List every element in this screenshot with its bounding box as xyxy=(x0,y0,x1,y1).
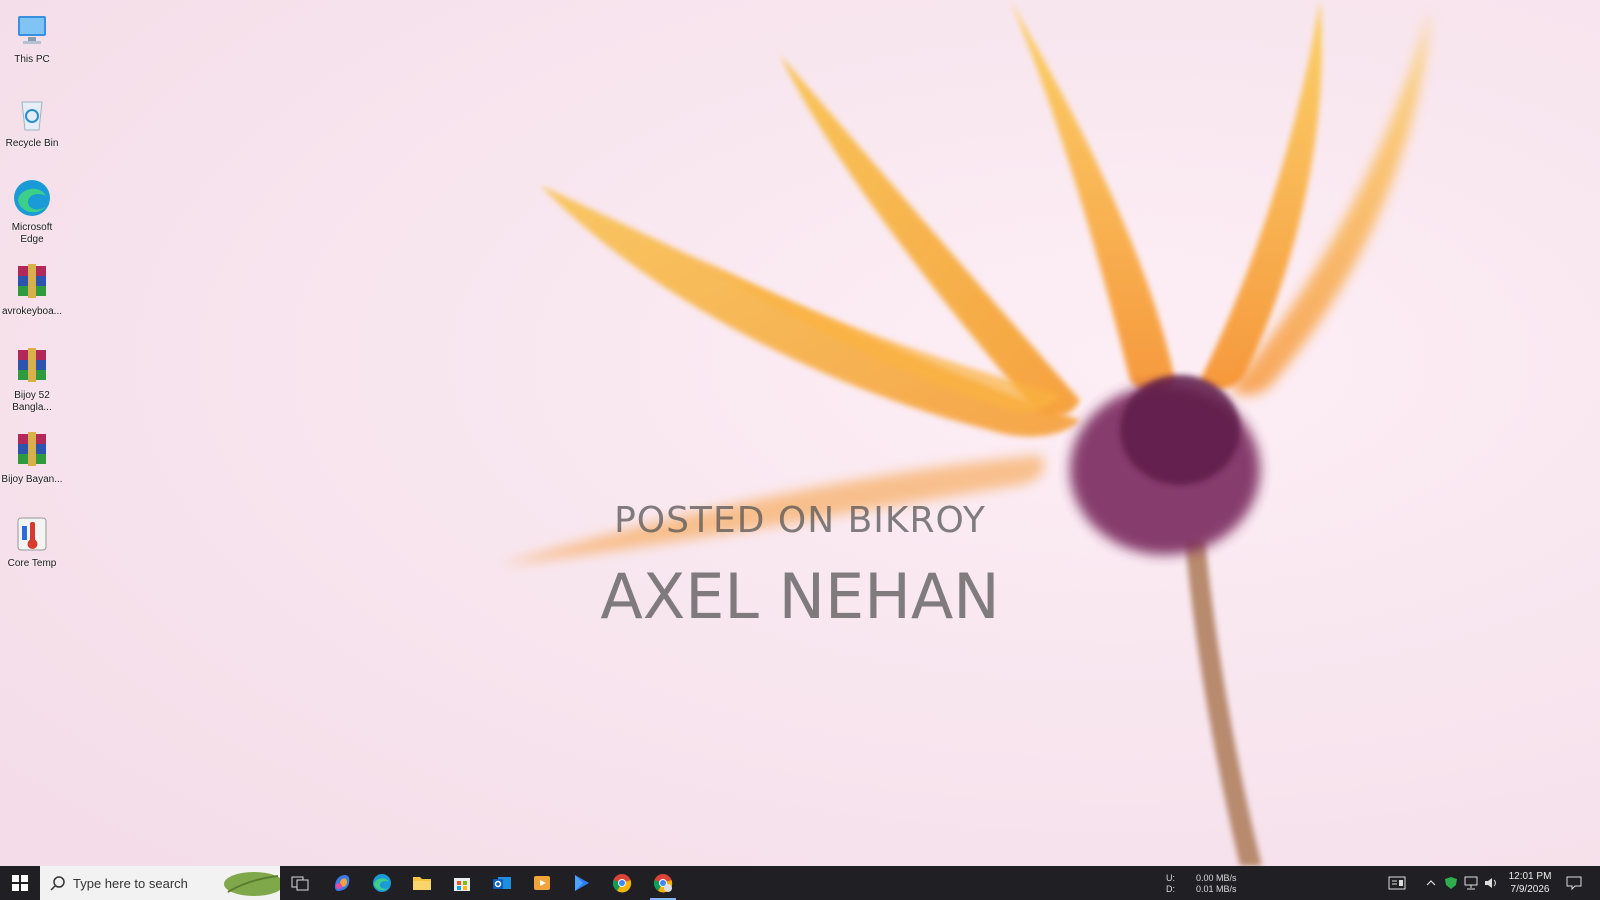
action-center-button[interactable] xyxy=(1562,866,1586,900)
speaker-icon xyxy=(1485,878,1496,888)
desktop-icon-label: Bijoy 52 Bangla... xyxy=(12,390,52,413)
news-widget-button[interactable] xyxy=(1384,866,1410,900)
outlook-icon xyxy=(493,877,511,889)
winrar-archive-icon xyxy=(10,260,54,304)
desktop-icon-bijoy-52[interactable]: Bijoy 52 Bangla... xyxy=(0,344,64,414)
taskbar-play-store[interactable] xyxy=(565,869,599,897)
task-view-icon xyxy=(291,876,309,891)
taskbar-file-explorer[interactable] xyxy=(405,869,439,897)
watermark-seller-name: AXEL NEHAN xyxy=(600,560,1000,633)
desktop-icon-microsoft-edge[interactable]: Microsoft Edge xyxy=(0,176,64,246)
desktop-icon-this-pc[interactable]: This PC xyxy=(0,8,64,66)
defender-shield-icon xyxy=(1445,877,1457,889)
taskbar-microsoft-store[interactable] xyxy=(445,869,479,897)
taskbar-media-player[interactable] xyxy=(525,869,559,897)
chrome-profile-icon xyxy=(653,874,673,893)
desktop-icon-label: Bijoy Bayan... xyxy=(1,474,63,485)
watermark-posted-on: POSTED ON BIKROY xyxy=(614,500,986,541)
volume-tray-button[interactable] xyxy=(1482,866,1500,900)
desktop-icon-label: This PC xyxy=(14,54,50,65)
task-view-button[interactable] xyxy=(283,869,317,897)
edge-icon xyxy=(10,176,54,220)
edge-icon xyxy=(373,874,391,892)
copilot-icon xyxy=(335,875,350,891)
recycle-bin-icon xyxy=(10,92,54,136)
microsoft-store-icon xyxy=(454,878,470,891)
upload-speed: 0.00 MB/s xyxy=(1196,873,1237,883)
desktop-icon-label: Recycle Bin xyxy=(5,138,59,149)
play-store-icon xyxy=(575,875,589,891)
network-tray-button[interactable] xyxy=(1462,866,1480,900)
taskbar-outlook[interactable] xyxy=(485,869,519,897)
security-tray-button[interactable] xyxy=(1442,866,1460,900)
wallpaper-flower xyxy=(500,0,1430,866)
taskbar: Type here to search U: 0.00 MB/s D: 0.01 M… xyxy=(0,866,1600,900)
chrome-icon xyxy=(612,874,632,893)
taskbar-clock[interactable]: 12:01 PM 7/9/2026 xyxy=(1502,870,1558,896)
desktop-icon-recycle-bin[interactable]: Recycle Bin xyxy=(0,92,64,150)
desktop-icon-label: Microsoft Edge xyxy=(11,222,53,245)
this-pc-icon xyxy=(10,8,54,52)
winrar-archive-icon xyxy=(10,344,54,388)
search-highlight-leaf-icon xyxy=(224,872,280,896)
file-explorer-icon xyxy=(413,877,431,890)
clock-date: 7/9/2026 xyxy=(1510,884,1550,895)
search-icon xyxy=(50,876,65,891)
winrar-archive-icon xyxy=(10,428,54,472)
notification-icon xyxy=(1566,876,1582,891)
desktop-icon-avrokeyboard[interactable]: avrokeyboa... xyxy=(0,260,64,318)
network-icon xyxy=(1464,876,1478,890)
windows-logo-icon xyxy=(12,875,28,891)
clock-time: 12:01 PM xyxy=(1508,871,1552,882)
chevron-up-icon xyxy=(1426,880,1436,886)
desktop-icon-bijoy-bayanno[interactable]: Bijoy Bayan... xyxy=(0,428,64,486)
taskbar-copilot[interactable] xyxy=(325,869,359,897)
show-hidden-icons-button[interactable] xyxy=(1422,866,1440,900)
download-speed: 0.01 MB/s xyxy=(1196,884,1237,894)
network-speed-meter: U: 0.00 MB/s D: 0.01 MB/s xyxy=(1166,873,1237,895)
search-placeholder: Type here to search xyxy=(73,876,188,891)
taskbar-search-box[interactable]: Type here to search xyxy=(40,866,280,900)
news-icon xyxy=(1388,876,1406,890)
desktop-icon-label: avrokeyboa... xyxy=(1,306,63,317)
taskbar-chrome[interactable] xyxy=(605,869,639,897)
taskbar-chrome-profile[interactable] xyxy=(646,869,680,900)
taskbar-edge[interactable] xyxy=(365,869,399,897)
media-player-icon xyxy=(534,876,550,890)
download-label: D: xyxy=(1166,884,1175,894)
start-button[interactable] xyxy=(0,866,40,900)
upload-label: U: xyxy=(1166,873,1175,883)
